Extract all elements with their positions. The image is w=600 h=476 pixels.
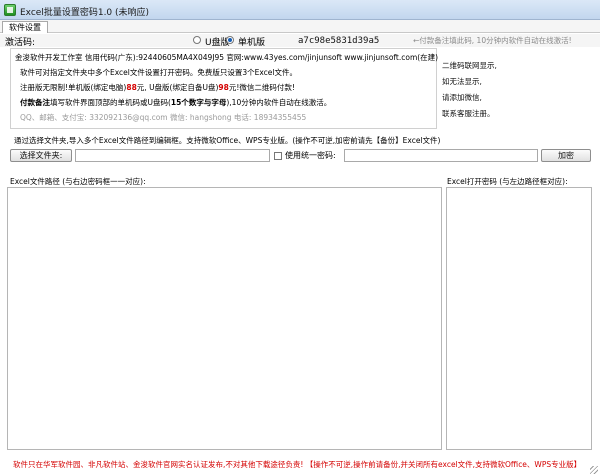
window-title: Excel批量设置密码1.0 (未响应) [20, 8, 150, 18]
passwords-textarea[interactable] [446, 187, 592, 450]
qr-wechat-text: 请添加微信, [442, 93, 482, 102]
udisk-radio[interactable] [193, 36, 201, 44]
pricing-text: 元!微信二维码付款! [228, 83, 295, 92]
tab-software-settings[interactable]: 软件设置 [2, 21, 48, 33]
folder-path-input[interactable] [75, 149, 270, 162]
qr-fallback-text: 如无法显示, [442, 77, 482, 86]
activation-hint: ←付款备注填此码, 10分钟内软件自动在线激活! [413, 36, 572, 45]
payment-note-bold: 15个数字与字母 [170, 98, 227, 107]
title-bar: Excel批量设置密码1.0 (未响应) [0, 0, 600, 20]
select-folder-button[interactable]: 选择文件夹: [10, 149, 72, 162]
encrypt-button[interactable]: 加密 [541, 149, 591, 162]
use-single-password-checkbox[interactable] [274, 152, 282, 160]
pricing-info: 注册版无限制!单机版(绑定电脑)88元, U盘版(绑定自备U盘)98元!微信二维… [20, 82, 295, 93]
usage-description: 通过选择文件夹,导入多个Excel文件路径到编辑框。支持微软Office、WPS… [14, 136, 441, 145]
feature-info: 软件可对指定文件夹中多个Excel文件设置打开密码。免费版只设置3个Excel文… [20, 68, 298, 77]
standalone-radio[interactable] [226, 36, 234, 44]
standalone-radio-label[interactable]: 单机版 [238, 35, 265, 48]
pricing-text: 注册版无限制!单机版(绑定电脑) [20, 83, 127, 92]
activation-label: 激活码: [5, 38, 36, 48]
activation-code: a7c98e5831d39a5 [298, 36, 380, 46]
right-panel-title: Excel打开密码 (与左边路径框对应): [447, 177, 568, 186]
left-panel-title: Excel文件路径 (与右边密码框一一对应): [10, 177, 146, 186]
qr-link[interactable]: 二维码联网显示, [442, 60, 497, 71]
menu-bar: 软件设置 [0, 20, 600, 33]
company-info: 金浚软件开发工作室 信用代码(广东):92440605MA4X049J95 官网… [15, 53, 439, 62]
file-paths-textarea[interactable] [7, 187, 442, 450]
resize-grip-icon[interactable] [590, 466, 598, 474]
pricing-text: 元, U盘版(绑定自备U盘) [136, 83, 219, 92]
app-icon [4, 4, 16, 16]
qr-contact-text: 联系客服注册。 [442, 109, 495, 118]
payment-note-text: 填写软件界面顶部的单机码或U盘码( [50, 98, 171, 107]
footer-warning: 软件只在华军软件园、非凡软件站、金浚软件官网实名认证发布,不对其他下载途径负责!… [13, 460, 582, 469]
payment-note-bold: 付款备注 [20, 98, 50, 107]
contact-info: QQ、邮箱、支付宝: 332092136@qq.com 微信: hangshon… [20, 113, 307, 122]
standalone-price: 88 [126, 83, 137, 92]
info-panel: 金浚软件开发工作室 信用代码(广东):92440605MA4X049J95 官网… [10, 48, 439, 129]
password-input[interactable] [344, 149, 538, 162]
footer: 软件只在华军软件园、非凡软件站、金浚软件官网实名认证发布,不对其他下载途径负责!… [0, 456, 600, 476]
use-single-password-label[interactable]: 使用统一密码: [285, 150, 336, 161]
payment-note-text: ),10分钟内软件自动在线激活。 [226, 98, 332, 107]
udisk-price: 98 [218, 83, 229, 92]
payment-note: 付款备注填写软件界面顶部的单机码或U盘码(15个数字与字母),10分钟内软件自动… [20, 97, 331, 108]
